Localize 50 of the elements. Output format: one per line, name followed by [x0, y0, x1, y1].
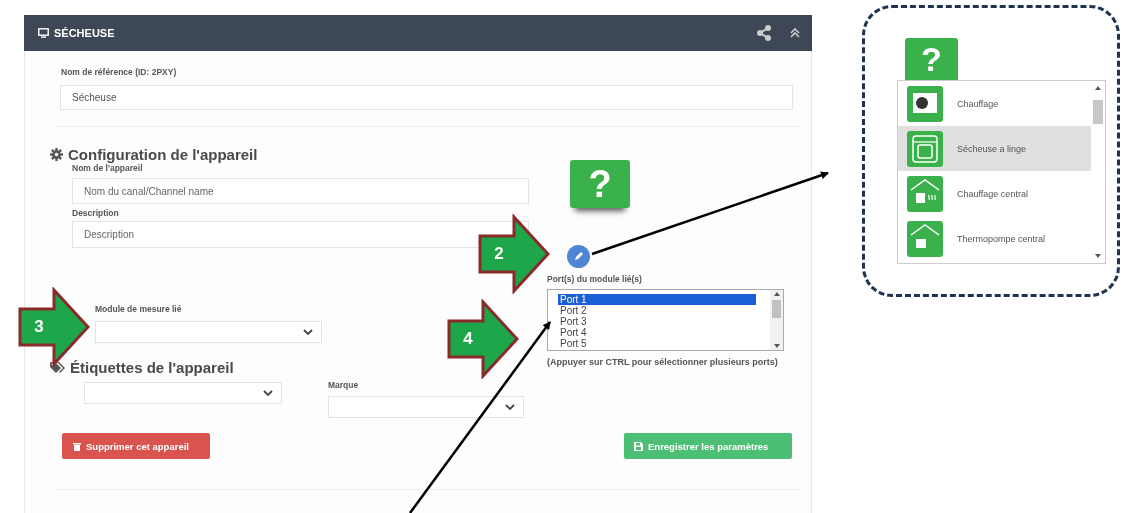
icon-listbox[interactable]: Chauffage Sécheuse a linge Chauffage central Thermopompe central — [897, 80, 1106, 264]
scroll-down-icon[interactable] — [1095, 254, 1101, 258]
description-field[interactable]: Description — [72, 221, 529, 248]
edit-button[interactable] — [567, 245, 590, 268]
trash-icon — [73, 441, 81, 451]
field-label: Nom de l'appareil — [72, 163, 143, 173]
chevron-down-icon — [263, 389, 273, 397]
step-number: 4 — [462, 329, 474, 349]
share-icon[interactable] — [756, 25, 772, 41]
ports-listbox[interactable]: Port 1 Port 2 Port 3 Port 4 Port 5 — [547, 289, 784, 351]
port-option[interactable]: Port 3 — [558, 316, 756, 327]
scroll-up-icon[interactable] — [1095, 86, 1101, 90]
hint-text: (Appuyer sur CTRL pour sélectionner plusieurs ports) — [547, 357, 779, 367]
device-type-icon — [907, 85, 943, 122]
device-name-field[interactable]: Nom du canal/Channel name — [72, 178, 529, 204]
field-label: Description — [72, 208, 120, 218]
device-type-icon — [907, 130, 943, 167]
icon-option[interactable]: Thermopompe central — [898, 216, 1091, 261]
brand-select[interactable] — [328, 396, 524, 418]
scroll-up-icon[interactable] — [773, 292, 780, 296]
delete-button[interactable]: Supprimer cet appareil — [62, 433, 210, 459]
port-option[interactable]: Port 2 — [558, 305, 756, 316]
scroll-down-icon[interactable] — [773, 344, 780, 348]
field-label: Nom de référence (ID: 2PXY) — [60, 66, 178, 79]
pencil-icon — [574, 252, 583, 261]
chevron-down-icon — [303, 328, 313, 336]
device-type-icon — [907, 220, 943, 257]
device-type-icon — [907, 175, 943, 212]
scrollbar[interactable] — [770, 290, 783, 350]
section-heading: Configuration de l'appareil — [68, 146, 258, 163]
panel-title: SÉCHEUSE — [54, 27, 116, 39]
device-icon: ? — [570, 160, 630, 208]
step-number: 3 — [33, 317, 45, 337]
port-option[interactable]: Port 1 — [558, 294, 756, 305]
field-label: Port(s) du module lié(s) — [547, 274, 643, 284]
gear-icon — [50, 148, 63, 161]
field-label: Module de mesure lié — [95, 304, 183, 314]
scroll-thumb[interactable] — [1093, 100, 1103, 124]
scroll-thumb[interactable] — [772, 300, 781, 318]
floppy-icon — [634, 441, 643, 451]
port-option[interactable]: Port 5 — [558, 338, 756, 349]
monitor-icon — [38, 28, 49, 38]
collapse-icon[interactable] — [790, 28, 800, 38]
field-label: Marque — [328, 380, 360, 390]
chevron-down-icon — [505, 403, 515, 411]
section-heading: Étiquettes de l'appareil — [70, 359, 234, 376]
icon-option[interactable]: Sécheuse a linge — [898, 126, 1091, 171]
reference-name-field[interactable]: Sécheuse — [60, 85, 793, 110]
port-option[interactable]: Port 4 — [558, 327, 756, 338]
icon-option[interactable]: Chauffage central — [898, 171, 1091, 216]
